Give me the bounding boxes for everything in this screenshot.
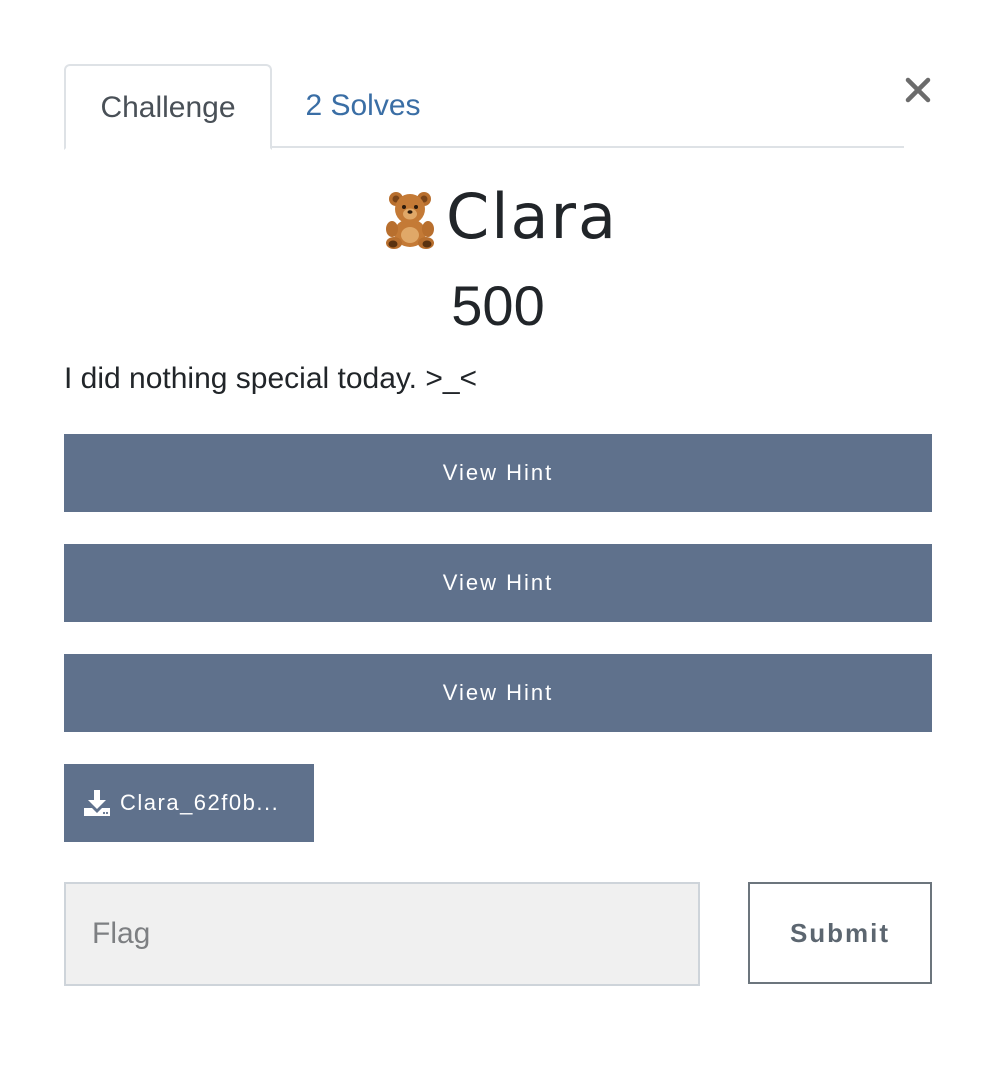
tab-challenge[interactable]: Challenge — [64, 64, 272, 150]
tab-bar: Challenge 2 Solves — [64, 64, 904, 150]
view-hint-button-3[interactable]: View Hint — [64, 654, 932, 732]
challenge-title: Clara — [64, 172, 932, 262]
view-hint-button-2[interactable]: View Hint — [64, 544, 932, 622]
tab-solves[interactable]: 2 Solves — [272, 64, 454, 148]
close-button[interactable] — [896, 68, 940, 112]
challenge-description: I did nothing special today. >_< — [64, 362, 478, 395]
file-download-button[interactable]: Clara_62f0b... — [64, 764, 314, 842]
view-hint-button-1[interactable]: View Hint — [64, 434, 932, 512]
download-icon — [82, 788, 112, 818]
flag-input[interactable] — [64, 882, 700, 986]
challenge-modal: Challenge 2 Solves Clara 500 I did nothi… — [0, 0, 996, 1081]
teddy-bear-icon — [378, 187, 442, 251]
challenge-name: Clara — [446, 180, 618, 253]
submit-button[interactable]: Submit — [748, 882, 932, 984]
file-name-label: Clara_62f0b... — [120, 790, 280, 815]
challenge-points: 500 — [451, 274, 545, 337]
close-icon — [896, 68, 940, 112]
